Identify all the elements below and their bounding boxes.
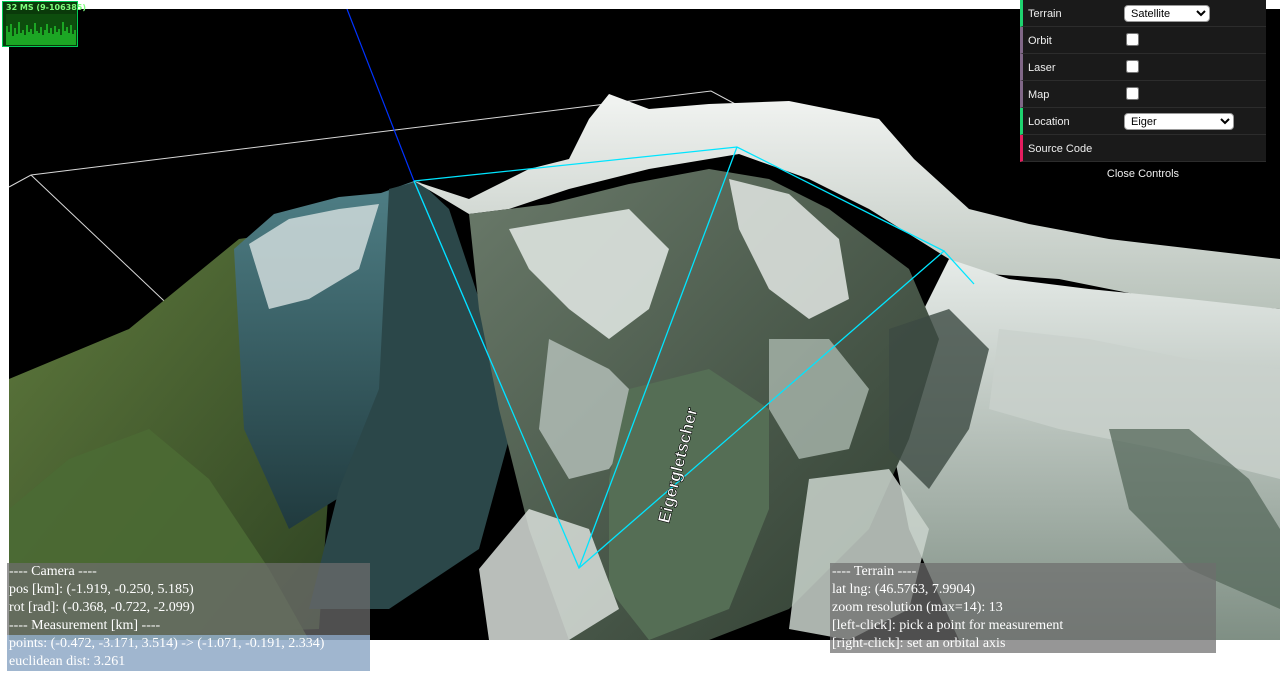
performance-stats[interactable]: 32 MS (9-106385) [2, 1, 86, 47]
close-controls-button[interactable]: Close Controls [1020, 162, 1266, 186]
camera-info-panel: ---- Camera ---- pos [km]: (-1.919, -0.2… [7, 563, 370, 671]
location-select[interactable]: Eiger [1124, 113, 1234, 130]
measurement-points: points: (-0.472, -3.171, 3.514) -> (-1.0… [7, 635, 370, 653]
map-label: Map [1028, 89, 1050, 101]
measurement-header: ---- Measurement [km] ---- [9, 618, 161, 633]
terrain-select[interactable]: Satellite [1124, 5, 1210, 22]
location-label: Location [1028, 116, 1070, 128]
camera-position: pos [km]: (-1.919, -0.250, 5.185) [9, 582, 194, 597]
laser-label: Laser [1028, 62, 1056, 74]
stats-ms-text: 32 MS (9-106385) [6, 3, 87, 12]
orbit-control: Orbit [1020, 27, 1266, 54]
camera-header: ---- Camera ---- [9, 564, 97, 579]
source-code-label: Source Code [1028, 143, 1093, 155]
source-code-button[interactable]: Source Code [1020, 135, 1266, 162]
orbit-checkbox[interactable] [1126, 33, 1139, 46]
controls-panel: Terrain Satellite Orbit Laser Map Locati… [1020, 0, 1266, 186]
terrain-info-panel: ---- Terrain ---- lat lng: (46.5763, 7.9… [830, 563, 1216, 653]
right-click-hint: [right-click]: set an orbital axis [832, 636, 1006, 651]
left-click-hint: [left-click]: pick a point for measureme… [832, 618, 1064, 633]
terrain-control: Terrain Satellite [1020, 0, 1266, 27]
map-control: Map [1020, 81, 1266, 108]
terrain-label: Terrain [1028, 8, 1062, 20]
terrain-latlng: lat lng: (46.5763, 7.9904) [832, 582, 976, 597]
laser-control: Laser [1020, 54, 1266, 81]
laser-checkbox[interactable] [1126, 60, 1139, 73]
terrain-header: ---- Terrain ---- [832, 564, 917, 579]
orbit-label: Orbit [1028, 35, 1052, 47]
location-control: Location Eiger [1020, 108, 1266, 135]
camera-rotation: rot [rad]: (-0.368, -0.722, -2.099) [9, 600, 195, 615]
terrain-zoom: zoom resolution (max=14): 13 [832, 600, 1003, 615]
measurement-distance: euclidean dist: 3.261 [7, 653, 370, 671]
stats-graph [6, 14, 76, 45]
map-checkbox[interactable] [1126, 87, 1139, 100]
